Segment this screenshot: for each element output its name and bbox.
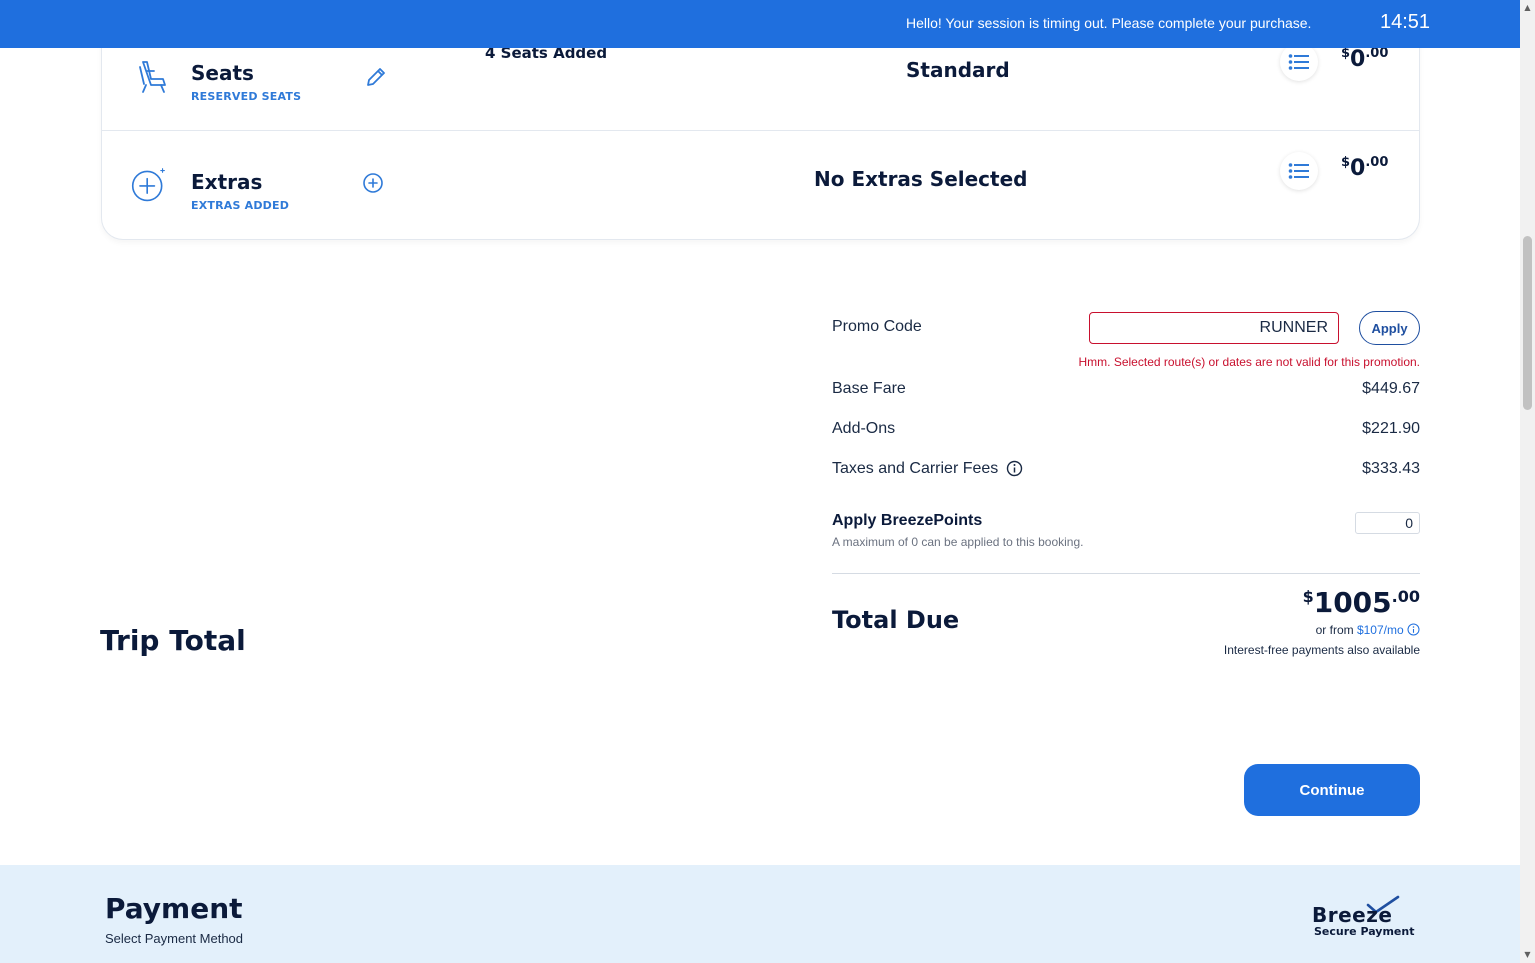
total-currency: $: [1302, 587, 1314, 606]
pencil-icon[interactable]: [364, 65, 388, 89]
base-fare-label: Base Fare: [832, 380, 906, 397]
taxes-value: $333.43: [1362, 460, 1420, 477]
trip-total-heading: Trip Total: [100, 624, 246, 657]
session-timeout-banner: Hello! Your session is timing out. Pleas…: [0, 0, 1520, 48]
info-icon[interactable]: [1407, 623, 1420, 636]
total-due-amount: $1005.00: [1303, 586, 1420, 619]
financing-prefix: or from: [1315, 623, 1357, 637]
promo-code-input[interactable]: [1089, 312, 1339, 344]
financing-note: Interest-free payments also available: [1223, 643, 1420, 657]
breeze-secure-logo: Breeze Secure Payment: [1312, 895, 1422, 945]
seats-price-cents: .00: [1365, 46, 1389, 61]
promo-code-label: Promo Code: [832, 318, 922, 335]
extras-title: Extras: [191, 170, 263, 194]
list-icon: [1288, 54, 1309, 70]
breeze-logo-sub: Secure Payment: [1314, 925, 1415, 938]
base-fare-value: $449.67: [1362, 380, 1420, 397]
breeze-logo-word: Breeze: [1312, 903, 1393, 927]
extras-subtitle: EXTRAS ADDED: [191, 199, 290, 212]
session-timer: 14:51: [1380, 11, 1431, 33]
seats-price: $0.00: [1341, 46, 1388, 72]
list-icon: [1288, 163, 1309, 179]
continue-button[interactable]: Continue: [1244, 764, 1420, 816]
scroll-down-icon[interactable]: ▼: [1523, 950, 1532, 959]
extras-status: No Extras Selected: [814, 167, 1028, 191]
add-ons-label: Add-Ons: [832, 420, 896, 437]
extras-price: $0.00: [1341, 155, 1388, 181]
booking-summary-card: Seats RESERVED SEATS 4 Seats Added Stand…: [101, 20, 1420, 240]
seats-title: Seats: [191, 61, 254, 85]
scrollbar-thumb[interactable]: [1523, 236, 1532, 410]
promo-error-message: Hmm. Selected route(s) or dates are not …: [1078, 355, 1420, 369]
extras-price-currency: $: [1341, 155, 1351, 170]
breezepoints-note: A maximum of 0 can be applied to this bo…: [832, 535, 1084, 549]
seats-subtitle: RESERVED SEATS: [191, 90, 302, 103]
breezepoints-input[interactable]: [1355, 512, 1420, 534]
seats-price-whole: 0: [1350, 47, 1366, 72]
add-ons-value: $221.90: [1362, 420, 1420, 437]
taxes-label: Taxes and Carrier Fees: [832, 460, 999, 477]
payment-title: Payment: [105, 892, 243, 925]
extras-details-button[interactable]: [1280, 152, 1318, 190]
info-icon[interactable]: [1006, 460, 1023, 477]
page-scrollbar[interactable]: ▲ ▼: [1520, 0, 1535, 963]
payment-section: Payment Select Payment Method Breeze Sec…: [0, 865, 1520, 963]
totals-divider: [832, 573, 1420, 574]
total-whole: 1005: [1313, 586, 1392, 619]
session-message: Hello! Your session is timing out. Pleas…: [906, 15, 1312, 31]
payment-subtitle: Select Payment Method: [105, 931, 244, 946]
breezepoints-label: Apply BreezePoints: [832, 512, 983, 529]
seats-details-button[interactable]: [1280, 43, 1318, 81]
seats-fare-class: Standard: [906, 58, 1010, 82]
seats-price-currency: $: [1341, 46, 1351, 61]
total-due-label: Total Due: [832, 606, 960, 634]
apply-promo-button[interactable]: Apply: [1359, 311, 1420, 345]
total-cents: .00: [1391, 587, 1420, 606]
financing-line: or from $107/mo: [1316, 623, 1420, 637]
add-circle-icon[interactable]: [361, 171, 385, 195]
checkout-page: Hello! Your session is timing out. Pleas…: [0, 0, 1520, 963]
seat-icon: [139, 61, 166, 93]
extras-price-cents: .00: [1365, 155, 1389, 170]
plus-circle-icon: [131, 168, 165, 202]
extras-price-whole: 0: [1350, 156, 1366, 181]
financing-link[interactable]: $107/mo: [1357, 623, 1404, 637]
row-divider: [102, 130, 1419, 131]
scroll-up-icon[interactable]: ▲: [1523, 3, 1532, 12]
